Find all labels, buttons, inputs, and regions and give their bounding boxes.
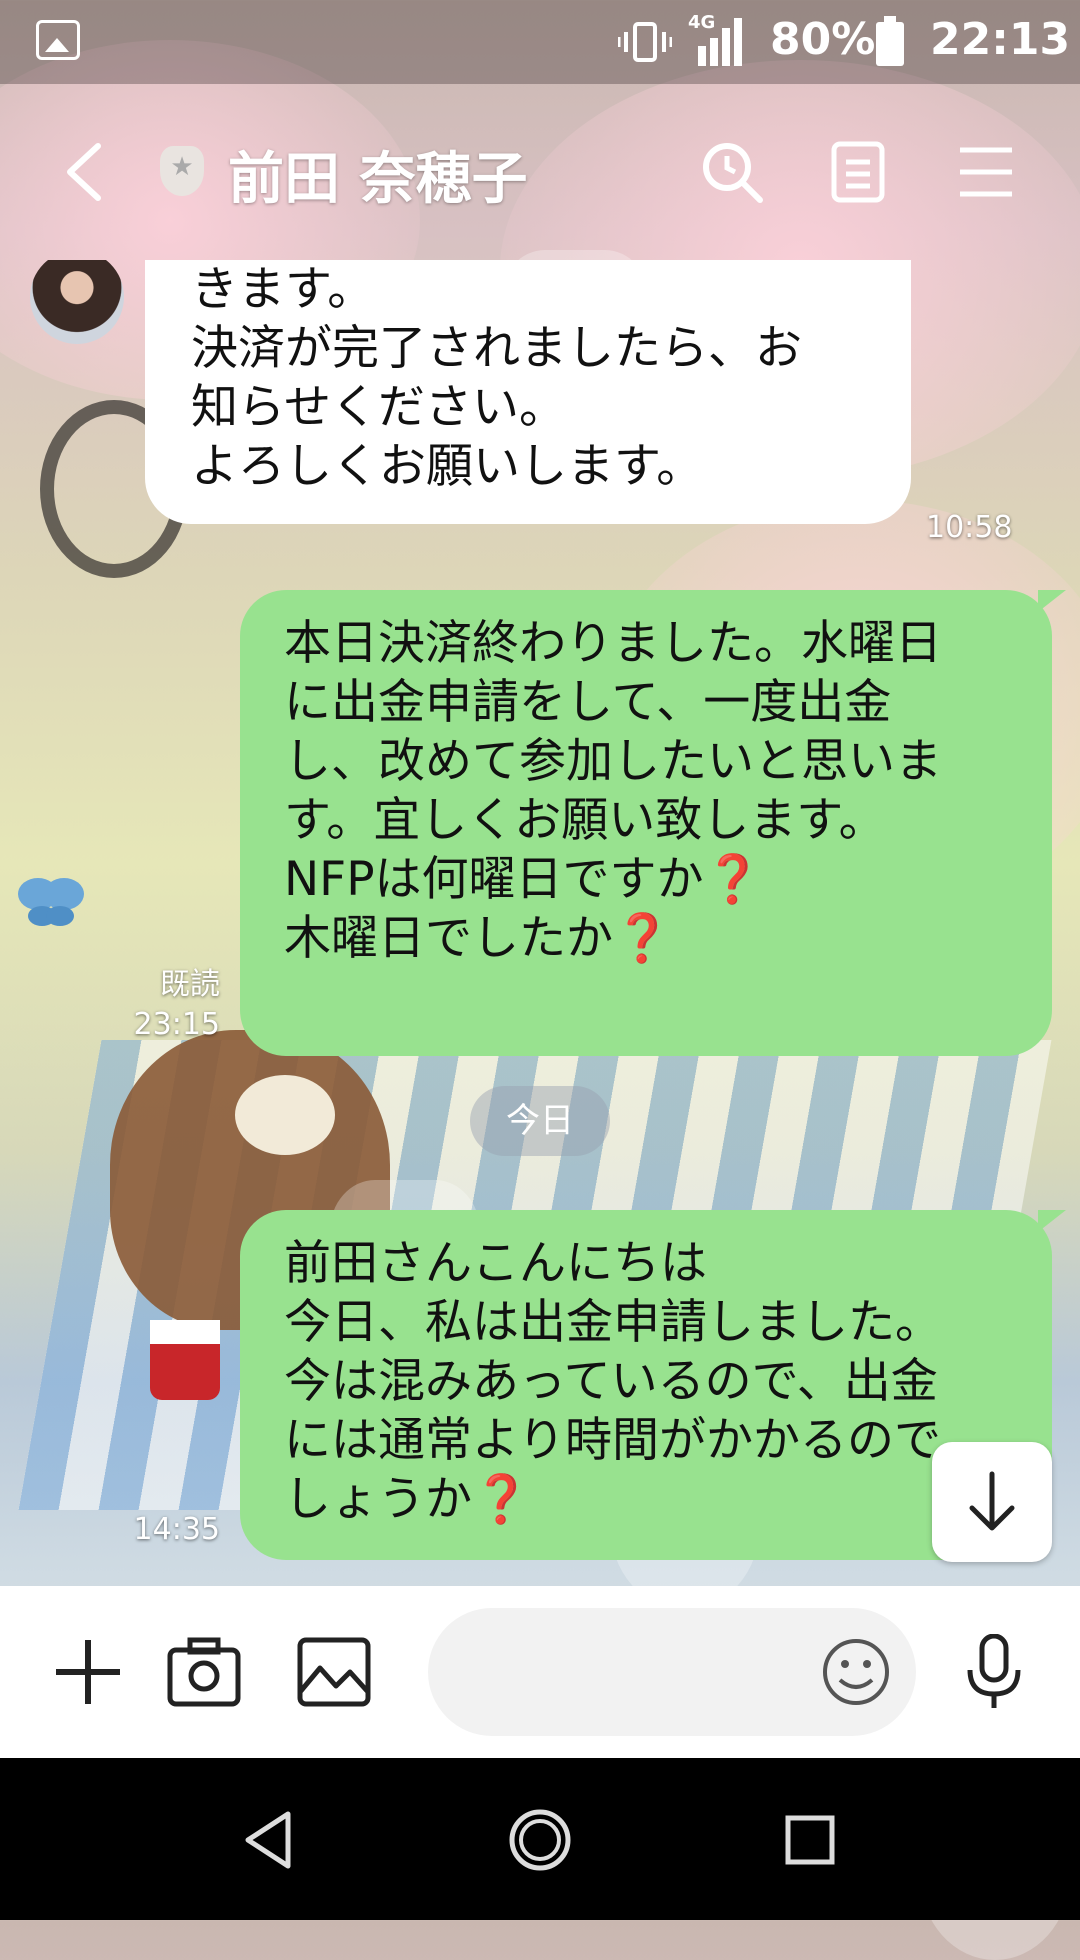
status-bar: 4G 80% 22:13 <box>0 0 1080 84</box>
chat-header: ★ 前田 奈穂子 <box>0 84 1080 260</box>
network-type-label: 4G <box>688 12 715 33</box>
nav-back-icon[interactable] <box>236 1806 304 1874</box>
microphone-icon[interactable] <box>956 1634 1032 1710</box>
read-label: 既読 <box>160 967 220 1002</box>
message-time: 10:58 <box>926 510 1013 545</box>
incoming-message[interactable]: きます。 決済が完了されましたら、お 知らせください。 よろしくお願いします。 <box>145 260 911 524</box>
vibrate-icon <box>618 22 672 62</box>
message-time: 23:15 <box>133 1007 220 1042</box>
signal-strength-icon: 4G <box>688 12 742 66</box>
battery-percent: 80% <box>770 14 876 65</box>
nav-home-icon[interactable] <box>506 1806 574 1874</box>
arrow-down-icon <box>969 1471 1015 1531</box>
contact-avatar[interactable] <box>30 260 124 344</box>
camera-icon[interactable] <box>166 1634 242 1710</box>
star-shield-icon: ★ <box>160 146 204 196</box>
scroll-to-bottom-button[interactable] <box>932 1442 1052 1562</box>
gallery-notification-icon <box>36 20 80 60</box>
read-receipt: 既読 23:15 <box>120 965 220 1045</box>
status-time: 22:13 <box>930 14 1071 65</box>
emoji-icon[interactable] <box>818 1634 894 1710</box>
contact-name[interactable]: 前田 奈穂子 <box>228 134 528 215</box>
outgoing-message[interactable]: 前田さんこんにちは 今日、私は出金申請しました。 今は混みあっているので、出金 … <box>240 1210 1066 1560</box>
system-navigation-bar <box>0 1758 1080 1920</box>
menu-icon[interactable] <box>954 140 1018 204</box>
battery-icon <box>876 16 904 66</box>
message-time: 14:35 <box>133 1512 220 1547</box>
message-input-bar <box>0 1586 1080 1758</box>
nav-recents-icon[interactable] <box>776 1806 844 1874</box>
message-list[interactable]: きます。 決済が完了されましたら、お 知らせください。 よろしくお願いします。 … <box>0 260 1080 1586</box>
date-separator: 今日 <box>470 1086 610 1156</box>
back-arrow-icon[interactable] <box>62 142 110 202</box>
outgoing-message[interactable]: 本日決済終わりました。水曜日 に出金申請をして、一度出金 し、改めて参加したいと… <box>240 590 1066 1056</box>
search-icon[interactable] <box>700 140 764 204</box>
plus-icon[interactable] <box>50 1634 126 1710</box>
notes-icon[interactable] <box>826 140 890 204</box>
image-icon[interactable] <box>296 1634 372 1710</box>
